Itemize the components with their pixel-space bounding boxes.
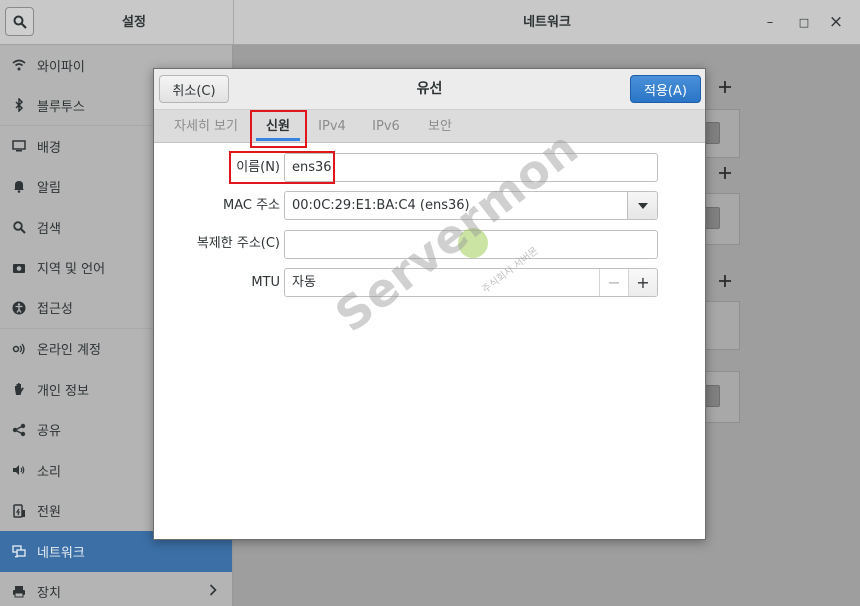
wifi-icon — [11, 57, 27, 73]
minimize-icon: – — [766, 14, 774, 30]
search-icon — [13, 15, 27, 29]
sidebar-item-label: 장치 — [37, 586, 61, 602]
chevron-down-icon — [637, 202, 648, 209]
printer-icon — [11, 584, 27, 600]
cloned-address-field[interactable] — [284, 230, 658, 259]
power-icon — [11, 503, 27, 519]
header-bar: 설정 네트워크 – □ × — [0, 0, 860, 45]
mac-value: 00:0C:29:E1:BA:C4 (ens36) — [292, 198, 470, 213]
search-icon — [11, 219, 27, 235]
sidebar-item-label: 배경 — [37, 140, 61, 156]
camera-icon — [11, 260, 27, 276]
mtu-value: 자동 — [292, 275, 316, 290]
plus-icon: + — [636, 273, 650, 292]
apply-button[interactable]: 적용(A) — [630, 75, 701, 103]
sidebar-item-label: 접근성 — [37, 302, 73, 318]
sidebar-item-label: 와이파이 — [37, 59, 85, 75]
sidebar-item-label: 지역 및 언어 — [37, 262, 106, 278]
name-highlight-box — [229, 151, 335, 184]
tab-ipv4[interactable]: IPv4 — [310, 110, 354, 143]
minimize-button[interactable]: – — [760, 12, 780, 32]
mtu-label: MTU — [251, 275, 280, 290]
sidebar-item-devices[interactable]: 장치 — [0, 572, 232, 606]
add-icon — [719, 275, 731, 287]
speaker-icon — [11, 462, 27, 478]
sidebar-item-label: 개인 정보 — [37, 383, 89, 399]
minus-icon: − — [607, 273, 621, 292]
bell-icon — [11, 179, 27, 195]
tab-ipv6[interactable]: IPv6 — [364, 110, 408, 143]
settings-title: 설정 — [122, 15, 146, 30]
tab-bar: 자세히 보기 신원 IPv4 IPv6 보안 — [154, 110, 705, 143]
share-icon — [11, 422, 27, 438]
sidebar-item-label: 알림 — [37, 181, 61, 197]
wired-connection-dialog: 유선 취소(C) 적용(A) 자세히 보기 신원 IPv4 IPv6 보안 이름… — [153, 68, 706, 540]
sidebar-item-label: 전원 — [37, 505, 61, 521]
search-button[interactable] — [5, 7, 34, 36]
add-icon — [719, 81, 731, 93]
cloned-address-input[interactable] — [292, 231, 657, 258]
accessibility-icon — [11, 300, 27, 316]
mac-dropdown-button[interactable] — [627, 192, 657, 219]
sidebar-item-label: 블루투스 — [37, 99, 85, 115]
chevron-right-icon — [209, 583, 217, 600]
background-icon — [11, 138, 27, 154]
close-icon: × — [828, 12, 844, 32]
online-accounts-icon — [11, 341, 27, 357]
maximize-button[interactable]: □ — [794, 12, 814, 32]
mtu-decrease-button[interactable]: − — [599, 269, 628, 296]
tab-details[interactable]: 자세히 보기 — [160, 110, 252, 143]
mtu-spinbutton[interactable]: 자동 − + — [284, 268, 658, 297]
sidebar-item-label: 검색 — [37, 221, 61, 237]
mac-combo[interactable]: 00:0C:29:E1:BA:C4 (ens36) — [284, 191, 658, 220]
mac-label: MAC 주소 — [222, 198, 280, 213]
sidebar-item-label: 공유 — [37, 424, 61, 440]
add-icon — [719, 167, 731, 179]
cloned-address-label: 복제한 주소(C) — [196, 236, 280, 251]
cancel-button[interactable]: 취소(C) — [159, 75, 229, 103]
sidebar-item-label: 네트워크 — [37, 545, 85, 561]
mtu-increase-button[interactable]: + — [628, 269, 657, 296]
dialog-title: 유선 — [416, 81, 443, 97]
tab-security[interactable]: 보안 — [418, 110, 462, 143]
tab-highlight-box — [250, 110, 307, 148]
name-input[interactable] — [292, 154, 657, 181]
maximize-icon: □ — [798, 15, 810, 29]
close-button[interactable]: × — [826, 12, 846, 32]
hand-icon — [11, 381, 27, 397]
bluetooth-icon — [11, 97, 27, 113]
name-field[interactable] — [284, 153, 658, 182]
sidebar-item-label: 소리 — [37, 464, 61, 480]
sidebar-item-label: 온라인 계정 — [37, 343, 101, 359]
network-icon — [11, 543, 27, 559]
dialog-header: 유선 취소(C) 적용(A) — [154, 69, 705, 110]
connection-panel — [706, 301, 740, 350]
